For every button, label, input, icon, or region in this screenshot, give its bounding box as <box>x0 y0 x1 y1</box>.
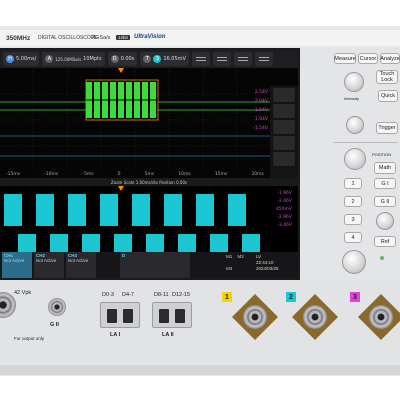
clock-box[interactable]: LV 22:44:10 2024/03/25 <box>256 254 296 272</box>
ch2-input-badge: 2 <box>286 292 296 302</box>
cursor-button[interactable]: Cursor <box>358 53 378 64</box>
zoom-time-axis: -15ms -10ms -5ms 0 5ms 10ms 15ms 20ms <box>6 172 264 177</box>
la-d4-7-label: D4-7 <box>122 292 134 298</box>
front-panel: 42 Vpk G II For output only D0-3 D4-7 LA… <box>0 280 400 370</box>
side-tool-4[interactable] <box>273 136 295 150</box>
channel-strip: CH1 Not Active CH2 Not Active CH3 Not Ac… <box>0 252 298 278</box>
vpk-label: 42 Vpk <box>14 290 32 296</box>
chassis-foot <box>0 365 400 375</box>
control-panel: Measure Cursor Analyze Touch Lock Quick … <box>300 48 400 280</box>
intensity-label: Intensity <box>344 96 359 101</box>
sample-rate-label: 2GSa/s <box>92 35 111 41</box>
ch1-button[interactable]: 1 <box>344 178 362 189</box>
acquire-icon: A <box>45 55 54 63</box>
ch2-box[interactable]: CH2 Not Active <box>34 252 64 278</box>
scope-screen[interactable]: H 5.00ms/ A 125.00MSa/s 10Mpts D 0.00s T… <box>0 50 298 278</box>
g1-button[interactable]: G I <box>374 178 396 189</box>
measure-button[interactable]: Measure <box>334 53 356 64</box>
brand-logo: UltraVision <box>134 34 166 40</box>
zoom-voltage-labels: 2.54V 2.04V 1.54V 1.04V -1.54V <box>253 90 268 131</box>
touch-lock-button[interactable]: Touch Lock <box>376 70 398 84</box>
trigger-button[interactable]: Trigger <box>376 122 398 134</box>
side-tool-2[interactable] <box>273 104 295 118</box>
multipurpose-knob[interactable] <box>344 72 364 92</box>
menu-button-1[interactable] <box>191 52 210 66</box>
g2-button[interactable]: G II <box>374 196 396 207</box>
gen-output-bnc[interactable] <box>48 298 66 316</box>
horizontal-icon: H <box>6 55 14 63</box>
la2-port[interactable] <box>152 302 192 328</box>
delay-icon: D <box>110 55 119 63</box>
la1-port[interactable] <box>100 302 140 328</box>
analyze-button[interactable]: Analyze <box>380 53 400 64</box>
la-d0-3-label: D0-3 <box>102 292 114 298</box>
status-led <box>380 256 384 260</box>
la-d8-11-label: D8-11 <box>154 292 169 298</box>
math-labels: M1 M2 M3 <box>226 254 244 271</box>
side-tool-1[interactable] <box>273 88 295 102</box>
ch-scale-knob[interactable] <box>376 212 394 230</box>
ch3-bnc[interactable] <box>369 305 393 329</box>
ch2-bnc[interactable] <box>303 305 327 329</box>
menu-button-4[interactable] <box>254 52 273 66</box>
acq-rate: 125.00MSa/s <box>55 56 82 62</box>
la-d12-15-label: D12-15 <box>172 292 191 298</box>
ch1-bnc[interactable] <box>243 305 267 329</box>
zoom-window[interactable]: 2.54V 2.04V 1.54V 1.04V -1.54V -15ms -10… <box>0 68 298 196</box>
quick-button[interactable]: Quick <box>378 90 398 102</box>
description-label: DIGITAL OSCILLOSCOPE <box>38 35 98 41</box>
ch3-box[interactable]: CH3 Not Active <box>66 252 96 278</box>
date-label: 2024/03/25 <box>256 266 279 271</box>
ch4-button[interactable]: 4 <box>344 232 362 243</box>
ch1-input-badge: 1 <box>222 292 232 302</box>
intensity-knob[interactable] <box>346 116 364 134</box>
trigger-icon: T <box>143 55 152 63</box>
acq-points: 10Mpts <box>83 56 102 62</box>
la1-label: LA I <box>110 332 121 338</box>
ch2-button[interactable]: 2 <box>344 196 362 207</box>
position-label: POSITION <box>372 152 392 157</box>
output-only-label: For output only <box>14 336 45 341</box>
trigger-pos: 0.00s <box>120 56 135 62</box>
vertical-scale-knob[interactable] <box>342 250 366 274</box>
vertical-position-knob[interactable] <box>344 148 366 170</box>
ch1-box[interactable]: CH1 Not Active <box>2 252 32 278</box>
la2-label: LA II <box>162 332 174 338</box>
acquire-cell[interactable]: A 125.00MSa/s 10Mpts <box>42 52 105 66</box>
trigger-cell[interactable]: T 3 16.05mV <box>140 52 189 66</box>
trigger-marker-zoom <box>118 68 124 73</box>
menu-button-2[interactable] <box>212 52 231 66</box>
ref-button[interactable]: Ref <box>374 236 396 247</box>
zoom-info-bar: Zoom Scale 1.00ms/div Position 0.00s <box>0 178 298 186</box>
digital-box[interactable]: D <box>120 252 190 278</box>
model-strip: 350MHz DIGITAL OSCILLOSCOPE 2GSa/s 12bit… <box>0 30 400 46</box>
trigger-marker-main <box>118 186 124 191</box>
timebase-value: 5.00ms/ <box>16 56 37 62</box>
math-button[interactable]: Math <box>374 162 396 174</box>
bits-badge: 12bit <box>116 35 130 40</box>
gen-label: G II <box>50 322 59 328</box>
trigger-pos-cell[interactable]: D 0.00s <box>107 52 138 66</box>
ch3-input-badge: 3 <box>350 292 360 302</box>
trigger-level: 16.05mV <box>163 56 186 62</box>
horizontal-cell[interactable]: H 5.00ms/ <box>3 52 40 66</box>
trigger-source-badge: 3 <box>153 55 162 63</box>
model-label: 350MHz <box>6 35 31 42</box>
menu-button-3[interactable] <box>233 52 252 66</box>
side-tool-5[interactable] <box>273 152 295 166</box>
zoom-grid <box>0 68 270 172</box>
ch3-button[interactable]: 3 <box>344 214 362 225</box>
status-bar: H 5.00ms/ A 125.00MSa/s 10Mpts D 0.00s T… <box>0 50 298 68</box>
main-voltage-labels: -1.96V -2.46V 450mV -2.96V -3.46V <box>275 191 292 228</box>
side-tool-3[interactable] <box>273 120 295 134</box>
